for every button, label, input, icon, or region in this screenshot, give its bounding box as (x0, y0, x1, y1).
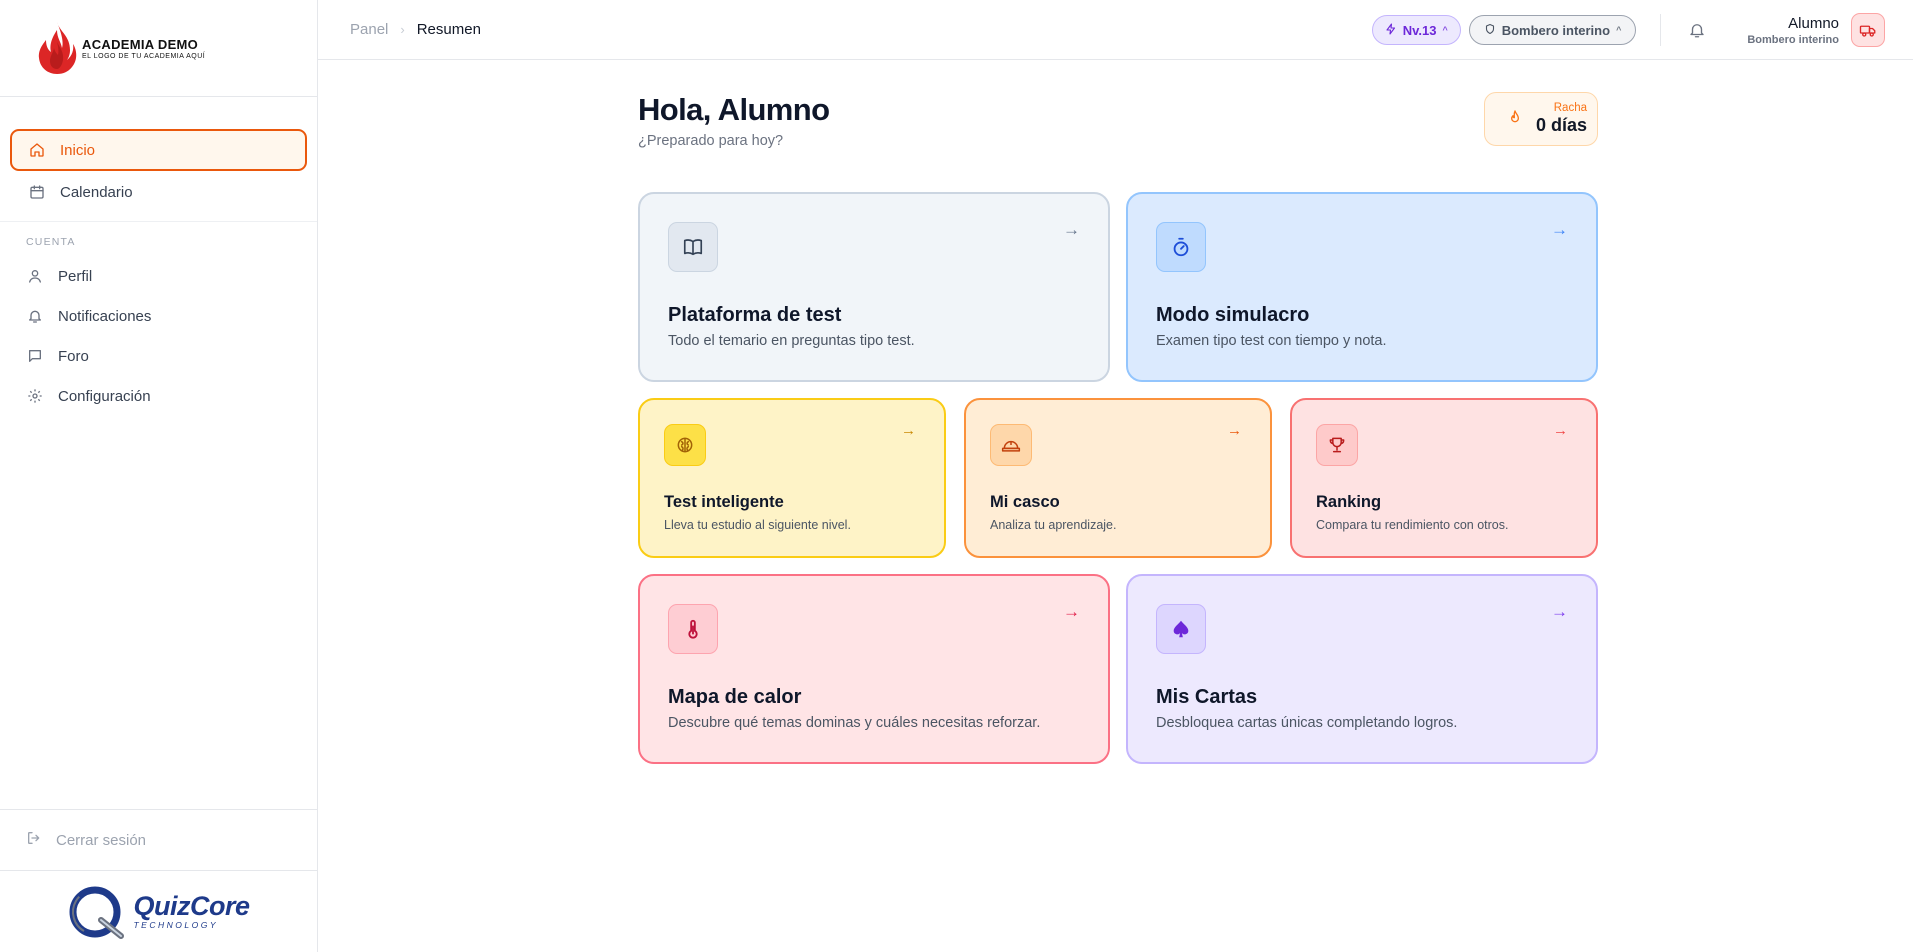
dashboard-main: Hola, Alumno ¿Preparado para hoy? Racha … (638, 92, 1598, 149)
card-test-inteligente[interactable]: → Test inteligente Lleva tu estudio al s… (638, 398, 946, 558)
thermometer-icon (668, 604, 718, 654)
role-selector[interactable]: Bombero interino ^ (1468, 15, 1637, 45)
card-mis-cartas[interactable]: → Mis Cartas Desbloquea cartas únicas co… (1126, 574, 1598, 764)
user-menu[interactable]: Alumno Bombero interino (1747, 13, 1885, 47)
sidebar-item-configuracion[interactable]: Configuración (10, 376, 307, 416)
chevron-up-icon: ^ (1616, 25, 1622, 35)
bell-icon (26, 307, 44, 325)
sidebar-item-inicio[interactable]: Inicio (10, 129, 307, 171)
sidebar: ACADEMIA DEMO EL LOGO DE TU ACADEMIA AQU… (0, 0, 318, 952)
fire-truck-icon (1859, 25, 1876, 37)
sidebar-item-label: Perfil (58, 267, 93, 285)
bolt-icon (1385, 22, 1397, 38)
academy-name: ACADEMIA DEMO (82, 36, 199, 52)
arrow-right-icon: → (1551, 602, 1568, 621)
level-selector[interactable]: Nv.13 ^ (1371, 15, 1461, 45)
book-icon (668, 222, 718, 272)
quizcore-sub: TECHNOLOGY (133, 920, 218, 931)
helmet-icon (990, 424, 1032, 466)
card-title: Mis Cartas (1156, 686, 1258, 708)
user-role: Bombero interino (1747, 33, 1839, 46)
academy-tagline: EL LOGO DE TU ACADEMIA AQUÍ (82, 52, 206, 60)
card-description: Lleva tu estudio al siguiente nivel. (664, 518, 851, 532)
account-nav-group: CUENTA Perfil Notificaciones Foro Config… (0, 221, 317, 416)
arrow-right-icon: → (1227, 422, 1242, 439)
streak-badge: Racha 0 días (1484, 92, 1598, 146)
arrow-right-icon: → (1063, 220, 1080, 239)
card-description: Analiza tu aprendizaje. (990, 518, 1117, 532)
logout-icon (26, 830, 42, 850)
user-name: Alumno (1788, 14, 1839, 32)
arrow-right-icon: → (1551, 220, 1568, 239)
flame-icon (1507, 109, 1523, 130)
logout-button[interactable]: Cerrar sesión (0, 809, 317, 871)
chevron-up-icon: ^ (1442, 25, 1448, 35)
sidebar-item-label: Calendario (60, 183, 133, 201)
breadcrumb-panel[interactable]: Panel (350, 21, 388, 38)
card-title: Modo simulacro (1156, 304, 1310, 326)
sidebar-item-label: Inicio (60, 141, 96, 159)
arrow-right-icon: → (1063, 602, 1080, 621)
breadcrumb-resumen: Resumen (416, 21, 481, 38)
page-subtitle: ¿Preparado para hoy? (638, 133, 784, 149)
spade-icon (1156, 604, 1206, 654)
streak-label: Racha (1553, 102, 1587, 114)
home-icon (28, 141, 46, 159)
user-icon (26, 267, 44, 285)
logout-label: Cerrar sesión (56, 831, 147, 849)
breadcrumb: Panel › Resumen (350, 21, 481, 38)
topbar: Panel › Resumen Nv.13 ^ Bombero interino… (318, 0, 1913, 60)
card-description: Todo el temario en preguntas tipo test. (668, 333, 915, 349)
arrow-right-icon: → (901, 422, 916, 439)
academy-logo[interactable]: ACADEMIA DEMO EL LOGO DE TU ACADEMIA AQU… (0, 0, 317, 97)
account-section-label: CUENTA (26, 236, 76, 248)
card-title: Ranking (1316, 493, 1382, 511)
trophy-icon (1316, 424, 1358, 466)
role-label: Bombero interino (1501, 22, 1611, 38)
card-ranking[interactable]: → Ranking Compara tu rendimiento con otr… (1290, 398, 1598, 558)
sidebar-item-notificaciones[interactable]: Notificaciones (10, 296, 307, 336)
chat-icon (26, 347, 44, 365)
divider (1660, 14, 1662, 46)
gear-icon (26, 387, 44, 405)
flame-logo-icon (38, 22, 77, 74)
page-title: Hola, Alumno (638, 92, 830, 127)
notifications-bell-icon[interactable] (1685, 18, 1709, 42)
main-nav: Inicio Calendario CUENTA Perfil Notifica… (0, 97, 317, 416)
card-description: Compara tu rendimiento con otros. (1316, 518, 1509, 532)
card-title: Test inteligente (664, 493, 784, 511)
card-plataforma-de-test[interactable]: → Plataforma de test Todo el temario en … (638, 192, 1110, 382)
calendar-icon (28, 183, 46, 201)
card-description: Examen tipo test con tiempo y nota. (1156, 333, 1387, 349)
card-mapa-de-calor[interactable]: → Mapa de calor Descubre qué temas domin… (638, 574, 1110, 764)
sidebar-item-label: Foro (58, 347, 89, 365)
brain-icon (664, 424, 706, 466)
card-mi-casco[interactable]: → Mi casco Analiza tu aprendizaje. (964, 398, 1272, 558)
avatar[interactable] (1851, 13, 1885, 47)
stopwatch-icon (1156, 222, 1206, 272)
quizcore-logo: QuizCore TECHNOLOGY (0, 871, 317, 952)
chevron-right-icon: › (400, 22, 405, 37)
arrow-right-icon: → (1553, 422, 1568, 439)
shield-icon (1484, 23, 1496, 38)
sidebar-item-perfil[interactable]: Perfil (10, 256, 307, 296)
level-label: Nv.13 (1402, 22, 1437, 38)
sidebar-item-calendario[interactable]: Calendario (10, 171, 307, 213)
card-title: Mi casco (990, 493, 1060, 511)
sidebar-item-foro[interactable]: Foro (10, 336, 307, 376)
sidebar-item-label: Notificaciones (58, 307, 152, 325)
sidebar-item-label: Configuración (58, 387, 151, 405)
card-description: Desbloquea cartas únicas completando log… (1156, 715, 1458, 731)
quizcore-name: QuizCore (133, 891, 250, 922)
card-title: Mapa de calor (668, 686, 802, 708)
streak-value: 0 días (1535, 115, 1587, 135)
card-title: Plataforma de test (668, 304, 842, 326)
card-description: Descubre qué temas dominas y cuáles nece… (668, 715, 1041, 731)
card-modo-simulacro[interactable]: → Modo simulacro Examen tipo test con ti… (1126, 192, 1598, 382)
quizcore-emblem-icon (69, 886, 125, 939)
